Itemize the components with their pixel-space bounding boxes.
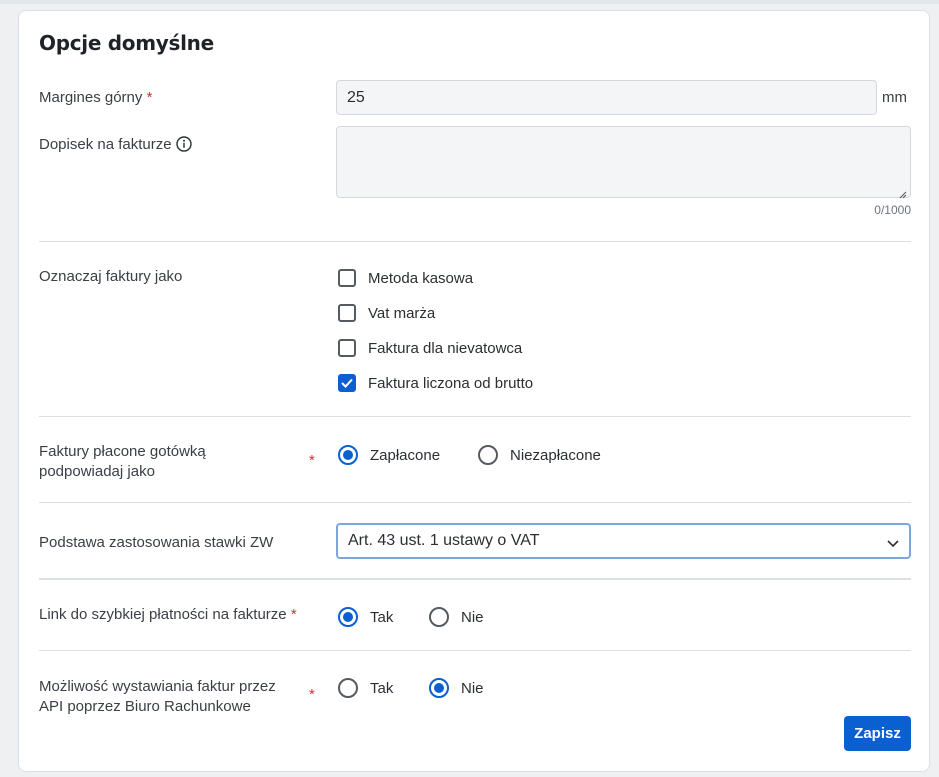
top-margin-input[interactable]: 25 — [336, 80, 877, 115]
checkbox-box[interactable] — [338, 269, 356, 287]
radio-button-checked[interactable] — [338, 445, 358, 465]
checkbox-vat-margin[interactable]: Vat marża — [338, 304, 435, 322]
zw-basis-selected-value: Art. 43 ust. 1 ustawy o VAT — [348, 532, 540, 549]
radio-button[interactable] — [338, 678, 358, 698]
radio-unpaid[interactable]: Niezapłacone — [478, 445, 601, 465]
checkbox-gross-invoice[interactable]: Faktura liczona od brutto — [338, 374, 533, 392]
checkbox-box[interactable] — [338, 304, 356, 322]
checkbox-cash-method[interactable]: Metoda kasowa — [338, 269, 473, 287]
chevron-down-icon[interactable] — [887, 535, 899, 553]
radio-label: Nie — [461, 679, 484, 697]
invoice-note-textarea[interactable] — [336, 126, 911, 199]
api-issue-label: Możliwość wystawiania faktur przez API p… — [39, 677, 276, 717]
required-mark: * — [309, 452, 315, 469]
radio-label: Zapłacone — [370, 446, 441, 464]
mark-invoices-label: Oznaczaj faktury jako — [39, 268, 183, 285]
invoice-note-label: Dopisek na fakturze — [39, 135, 192, 158]
radio-quick-pay-yes[interactable]: Tak — [338, 607, 393, 627]
invoice-note-label-text: Dopisek na fakturze — [39, 136, 172, 153]
divider — [39, 416, 911, 417]
radio-label: Tak — [370, 608, 394, 626]
cash-paid-label-line2: podpowiadaj jako — [39, 463, 155, 480]
radio-quick-pay-no[interactable]: Nie — [429, 607, 484, 627]
checkbox-non-vat-payer[interactable]: Faktura dla nievatowca — [338, 339, 522, 357]
default-options-card: Opcje domyślne Margines górny * 25 mm Do… — [18, 10, 930, 772]
divider — [39, 241, 911, 242]
radio-label: Niezapłacone — [510, 446, 601, 464]
zw-basis-label: Podstawa zastosowania stawki ZW — [39, 534, 274, 551]
zw-basis-select[interactable]: Art. 43 ust. 1 ustawy o VAT — [336, 523, 911, 559]
radio-button-checked[interactable] — [429, 678, 449, 698]
checkbox-label: Faktura dla nievatowca — [368, 339, 523, 357]
quick-pay-link-label-text: Link do szybkiej płatności na fakturze — [39, 606, 287, 623]
api-issue-label-line1: Możliwość wystawiania faktur przez — [39, 678, 276, 695]
save-button[interactable]: Zapisz — [844, 716, 911, 751]
radio-label: Nie — [461, 608, 484, 626]
divider — [39, 502, 911, 503]
radio-button[interactable] — [429, 607, 449, 627]
radio-api-yes[interactable]: Tak — [338, 678, 393, 698]
radio-button-checked[interactable] — [338, 607, 358, 627]
resize-handle-icon[interactable] — [899, 186, 907, 199]
character-counter: 0/1000 — [874, 203, 911, 217]
quick-pay-link-label: Link do szybkiej płatności na fakturze * — [39, 605, 297, 625]
radio-paid[interactable]: Zapłacone — [338, 445, 440, 465]
divider — [39, 650, 911, 651]
radio-label: Tak — [370, 679, 394, 697]
top-border — [0, 0, 939, 4]
radio-api-no[interactable]: Nie — [429, 678, 484, 698]
required-mark: * — [146, 89, 153, 106]
checkmark-icon — [341, 378, 353, 388]
api-issue-label-line2: API poprzez Biuro Rachunkowe — [39, 698, 251, 715]
required-mark: * — [309, 686, 315, 703]
top-margin-unit: mm — [882, 89, 907, 106]
cash-paid-label: Faktury płacone gotówką podpowiadaj jako — [39, 442, 206, 482]
radio-button[interactable] — [478, 445, 498, 465]
checkbox-label: Vat marża — [368, 304, 436, 322]
top-margin-label: Margines górny * — [39, 88, 152, 108]
required-mark: * — [290, 606, 297, 623]
checkbox-label: Metoda kasowa — [368, 269, 474, 287]
checkbox-box-checked[interactable] — [338, 374, 356, 392]
checkbox-box[interactable] — [338, 339, 356, 357]
section-title: Opcje domyślne — [39, 31, 214, 55]
top-margin-label-text: Margines górny — [39, 89, 143, 106]
checkbox-label: Faktura liczona od brutto — [368, 374, 534, 392]
divider — [39, 578, 911, 580]
cash-paid-label-line1: Faktury płacone gotówką — [39, 443, 206, 460]
info-icon[interactable] — [175, 136, 192, 158]
